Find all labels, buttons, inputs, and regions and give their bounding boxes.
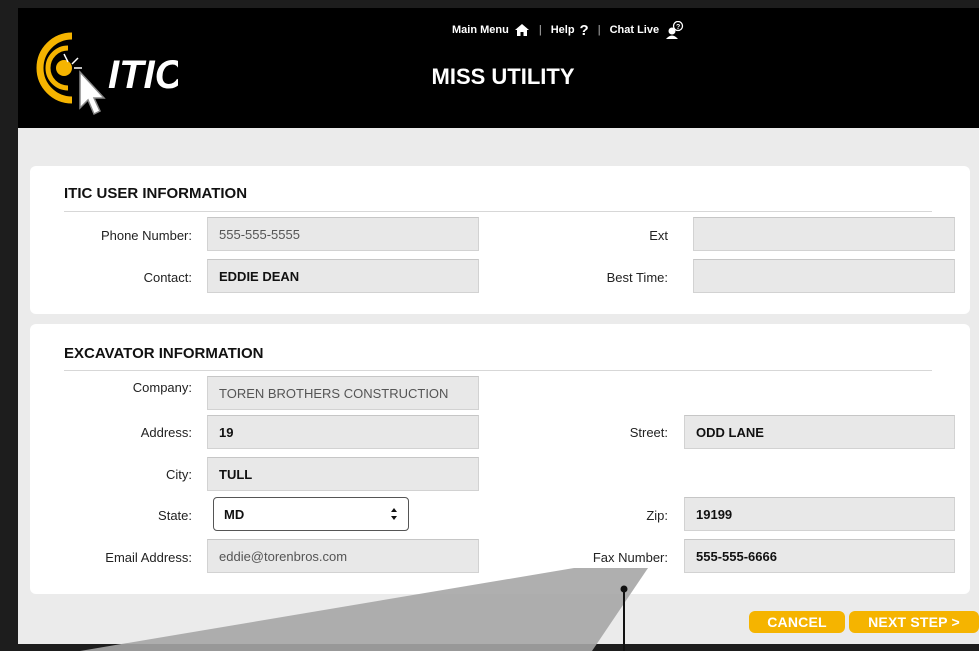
best-time-label: Best Time: bbox=[606, 270, 668, 285]
phone-field[interactable]: 555-555-5555 bbox=[207, 217, 479, 251]
city-field[interactable]: TULL bbox=[207, 457, 479, 491]
help-label: Help bbox=[550, 24, 575, 36]
cancel-button[interactable]: CANCEL bbox=[749, 611, 845, 633]
chat-person-icon: ? bbox=[666, 21, 684, 39]
street-label: Street: bbox=[629, 425, 668, 440]
nav-separator: | bbox=[597, 24, 601, 36]
section-divider bbox=[64, 370, 932, 371]
state-select-value: MD bbox=[224, 506, 245, 522]
ext-label: Ext bbox=[649, 228, 668, 243]
logo-text: ITIC bbox=[108, 53, 178, 97]
ext-field[interactable] bbox=[693, 217, 955, 251]
zip-label: Zip: bbox=[646, 508, 668, 523]
nav-separator: | bbox=[538, 24, 542, 36]
itic-logo-cursor-icon[interactable]: ITIC bbox=[28, 14, 178, 120]
excavator-info-panel: EXCAVATOR INFORMATION Company: TOREN BRO… bbox=[30, 324, 970, 594]
help-link[interactable]: Help ? bbox=[551, 22, 589, 39]
svg-text:?: ? bbox=[676, 24, 680, 31]
email-label: Email Address: bbox=[105, 550, 192, 565]
excavator-info-title: EXCAVATOR INFORMATION bbox=[64, 345, 264, 362]
home-icon bbox=[514, 24, 529, 36]
next-step-button[interactable]: NEXT STEP > bbox=[849, 611, 979, 633]
company-label: Company: bbox=[132, 380, 192, 395]
address-label: Address: bbox=[140, 425, 192, 440]
updown-arrows-icon bbox=[391, 508, 397, 520]
page-title: MISS UTILITY bbox=[431, 64, 575, 89]
city-label: City: bbox=[166, 467, 192, 482]
top-navigation: Main Menu | Help ? | Chat Live ? bbox=[452, 18, 684, 42]
state-select[interactable]: MD bbox=[213, 497, 409, 531]
street-field[interactable]: ODD LANE bbox=[684, 415, 955, 449]
user-info-panel: ITIC USER INFORMATION Phone Number: 555-… bbox=[30, 166, 970, 314]
state-label: State: bbox=[158, 508, 192, 523]
zip-field[interactable]: 19199 bbox=[684, 497, 955, 531]
phone-label: Phone Number: bbox=[100, 228, 192, 243]
main-menu-label: Main Menu bbox=[452, 24, 509, 36]
app-window: ITIC Main Menu | Help ? | Chat Live ? MI… bbox=[18, 8, 979, 644]
contact-label: Contact: bbox=[143, 270, 192, 285]
header-bar: ITIC Main Menu | Help ? | Chat Live ? MI… bbox=[18, 8, 979, 128]
contact-field[interactable]: EDDIE DEAN bbox=[207, 259, 479, 293]
main-menu-link[interactable]: Main Menu bbox=[452, 23, 530, 37]
fax-label: Fax Number: bbox=[592, 550, 668, 565]
user-info-title: ITIC USER INFORMATION bbox=[64, 185, 248, 202]
chat-live-label: Chat Live bbox=[609, 24, 660, 36]
address-field[interactable]: 19 bbox=[207, 415, 479, 449]
question-icon: ? bbox=[579, 21, 589, 39]
section-divider bbox=[64, 211, 932, 212]
best-time-field[interactable] bbox=[693, 259, 955, 293]
fax-field[interactable]: 555-555-6666 bbox=[684, 539, 955, 573]
chat-live-link[interactable]: Chat Live ? bbox=[610, 21, 685, 39]
email-field[interactable]: eddie@torenbros.com bbox=[207, 539, 479, 573]
company-field[interactable]: TOREN BROTHERS CONSTRUCTION bbox=[207, 376, 479, 410]
